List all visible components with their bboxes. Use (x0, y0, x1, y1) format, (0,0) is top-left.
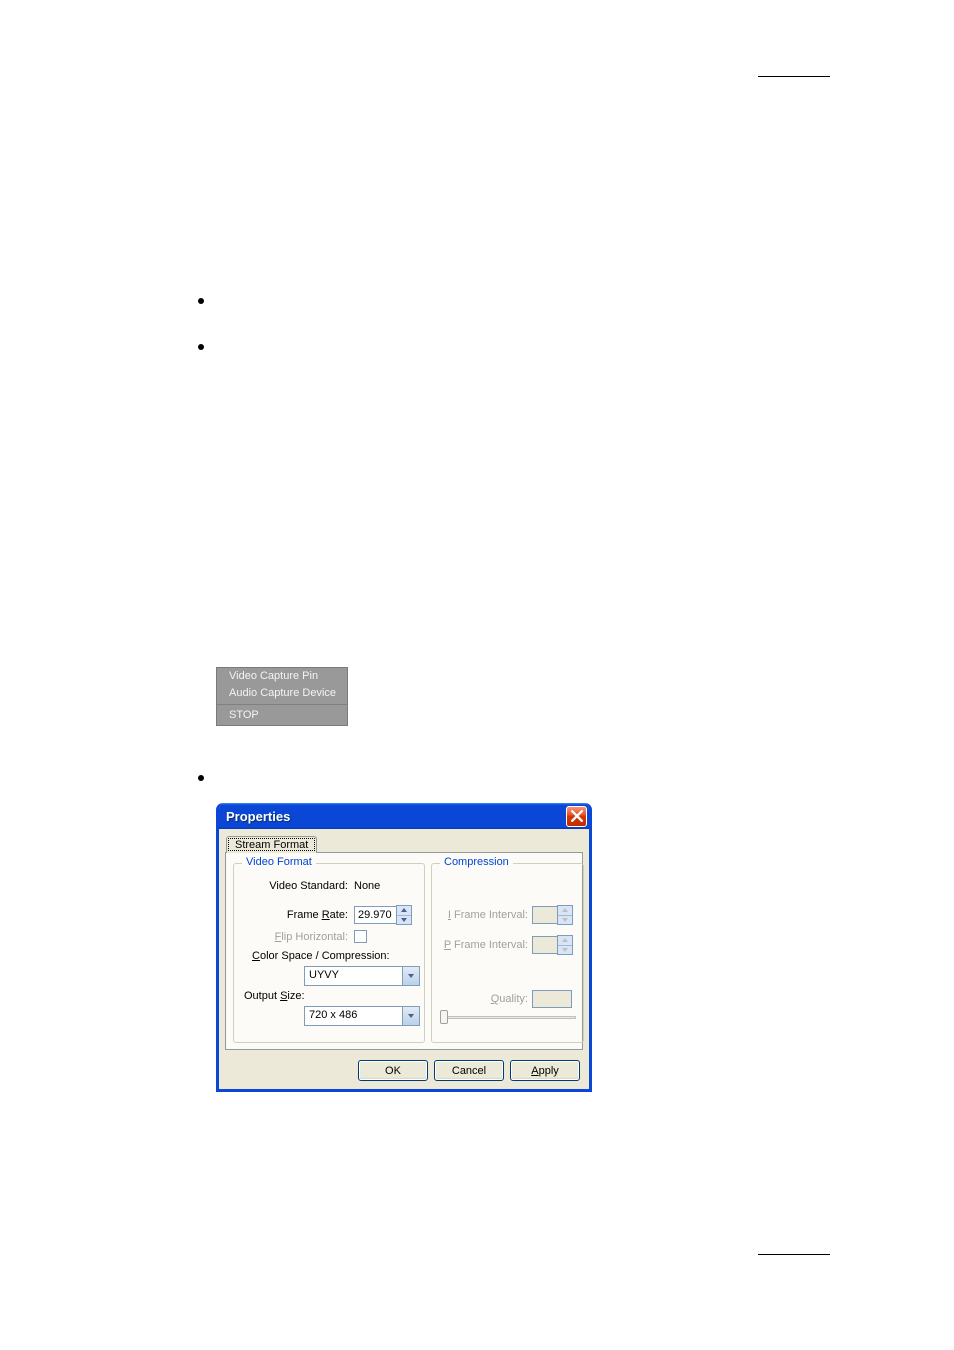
menu-item-stop[interactable]: STOP (217, 707, 347, 724)
close-button[interactable] (566, 806, 587, 827)
video-standard-label: Video Standard: (234, 880, 348, 892)
chevron-down-icon (402, 1007, 419, 1025)
frame-rate-label: Frame Rate: (234, 909, 348, 921)
dialog-buttons: OK Cancel Apply (358, 1060, 580, 1081)
i-frame-interval-input (532, 906, 558, 924)
frame-rate-input[interactable] (354, 906, 397, 924)
titlebar: Properties (219, 803, 589, 829)
i-frame-spinner (557, 905, 573, 925)
ok-button[interactable]: OK (358, 1060, 428, 1081)
menu-item-video-capture-pin[interactable]: Video Capture Pin (217, 668, 347, 685)
page-rule-bottom (758, 1254, 830, 1255)
spinner-up-icon[interactable] (397, 906, 411, 916)
tab-strip: Stream Format (226, 836, 317, 853)
video-standard-value: None (354, 880, 380, 892)
cancel-button[interactable]: Cancel (434, 1060, 504, 1081)
output-size-value: 720 x 486 (309, 1009, 357, 1021)
bullet-icon (198, 775, 204, 781)
color-space-label: Color Space / Compression: (234, 950, 390, 962)
tabs-panel: Video Format Video Standard: None Frame … (225, 852, 583, 1050)
quality-input (532, 990, 572, 1008)
p-frame-interval-label: P Frame Interval: (432, 939, 528, 951)
dialog-title: Properties (226, 809, 290, 824)
color-space-value: UYVY (309, 969, 339, 981)
flip-horizontal-label: Flip Horizontal: (234, 931, 348, 943)
groupbox-compression: Compression I Frame Interval: P Frame In… (431, 863, 584, 1043)
output-size-label: Output Size: (234, 990, 305, 1002)
groupbox-legend: Video Format (242, 856, 316, 868)
chevron-down-icon (402, 967, 419, 985)
menu-item-audio-capture-device[interactable]: Audio Capture Device (217, 685, 347, 702)
p-frame-spinner (557, 935, 573, 955)
close-icon (571, 810, 583, 822)
bullet-icon (198, 344, 204, 350)
page-rule-top (758, 76, 830, 77)
flip-horizontal-checkbox[interactable] (354, 930, 367, 943)
p-frame-interval-input (532, 936, 558, 954)
quality-label: Quality: (432, 993, 528, 1005)
tab-stream-format[interactable]: Stream Format (226, 836, 317, 853)
bullet-icon (198, 298, 204, 304)
apply-button[interactable]: Apply (510, 1060, 580, 1081)
color-space-select[interactable]: UYVY (304, 966, 420, 986)
spinner-down-icon[interactable] (397, 916, 411, 925)
context-menu: Video Capture Pin Audio Capture Device S… (216, 667, 348, 726)
groupbox-video-format: Video Format Video Standard: None Frame … (233, 863, 425, 1043)
properties-dialog: Properties Stream Format Video Format Vi… (216, 803, 592, 1092)
groupbox-legend: Compression (440, 856, 513, 868)
menu-divider (217, 704, 347, 705)
output-size-select[interactable]: 720 x 486 (304, 1006, 420, 1026)
i-frame-interval-label: I Frame Interval: (432, 909, 528, 921)
frame-rate-spinner[interactable] (396, 905, 412, 925)
